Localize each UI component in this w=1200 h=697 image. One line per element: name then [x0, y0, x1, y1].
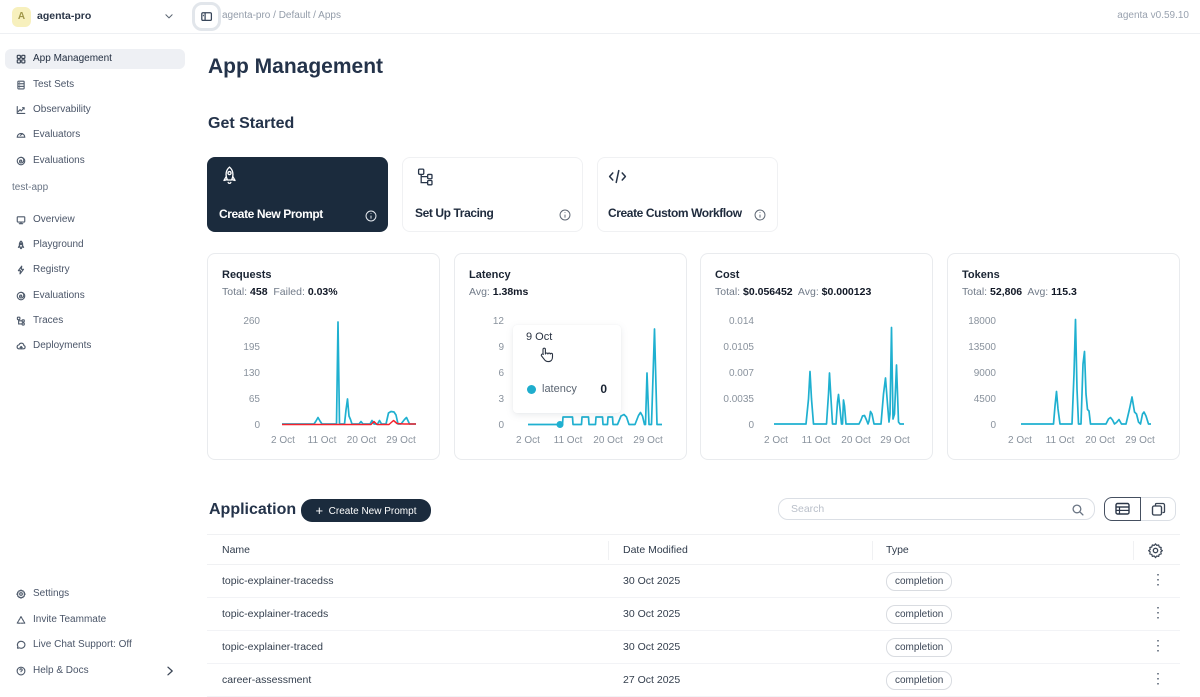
svg-text:130: 130 [243, 368, 260, 379]
svg-text:20 Oct: 20 Oct [593, 435, 623, 446]
svg-text:9000: 9000 [974, 368, 997, 379]
svg-text:20 Oct: 20 Oct [841, 435, 871, 446]
svg-text:12: 12 [493, 316, 505, 327]
svg-text:0.014: 0.014 [729, 316, 754, 327]
svg-text:0: 0 [254, 420, 260, 431]
svg-text:9: 9 [498, 342, 504, 353]
svg-text:3: 3 [498, 394, 504, 405]
svg-text:18000: 18000 [968, 316, 996, 327]
svg-text:13500: 13500 [968, 342, 996, 353]
svg-text:20 Oct: 20 Oct [347, 435, 377, 446]
svg-text:29 Oct: 29 Oct [1125, 435, 1155, 446]
svg-text:2 Oct: 2 Oct [271, 435, 295, 446]
svg-text:29 Oct: 29 Oct [386, 435, 416, 446]
svg-text:20 Oct: 20 Oct [1085, 435, 1115, 446]
svg-text:2 Oct: 2 Oct [516, 435, 540, 446]
svg-text:195: 195 [243, 342, 260, 353]
svg-text:0: 0 [990, 420, 996, 431]
svg-text:2 Oct: 2 Oct [764, 435, 788, 446]
svg-text:0: 0 [498, 420, 504, 431]
svg-text:0.0105: 0.0105 [723, 342, 754, 353]
svg-text:11 Oct: 11 Oct [802, 435, 831, 446]
svg-text:0: 0 [748, 420, 754, 431]
svg-text:260: 260 [243, 316, 260, 327]
svg-text:11 Oct: 11 Oct [554, 435, 583, 446]
svg-text:29 Oct: 29 Oct [880, 435, 910, 446]
svg-text:0.007: 0.007 [729, 368, 754, 379]
svg-text:11 Oct: 11 Oct [308, 435, 337, 446]
svg-text:6: 6 [498, 368, 504, 379]
svg-text:11 Oct: 11 Oct [1046, 435, 1075, 446]
svg-text:0.0035: 0.0035 [723, 394, 754, 405]
svg-text:29 Oct: 29 Oct [633, 435, 663, 446]
svg-text:2 Oct: 2 Oct [1008, 435, 1032, 446]
svg-text:4500: 4500 [974, 394, 997, 405]
svg-text:65: 65 [249, 394, 261, 405]
